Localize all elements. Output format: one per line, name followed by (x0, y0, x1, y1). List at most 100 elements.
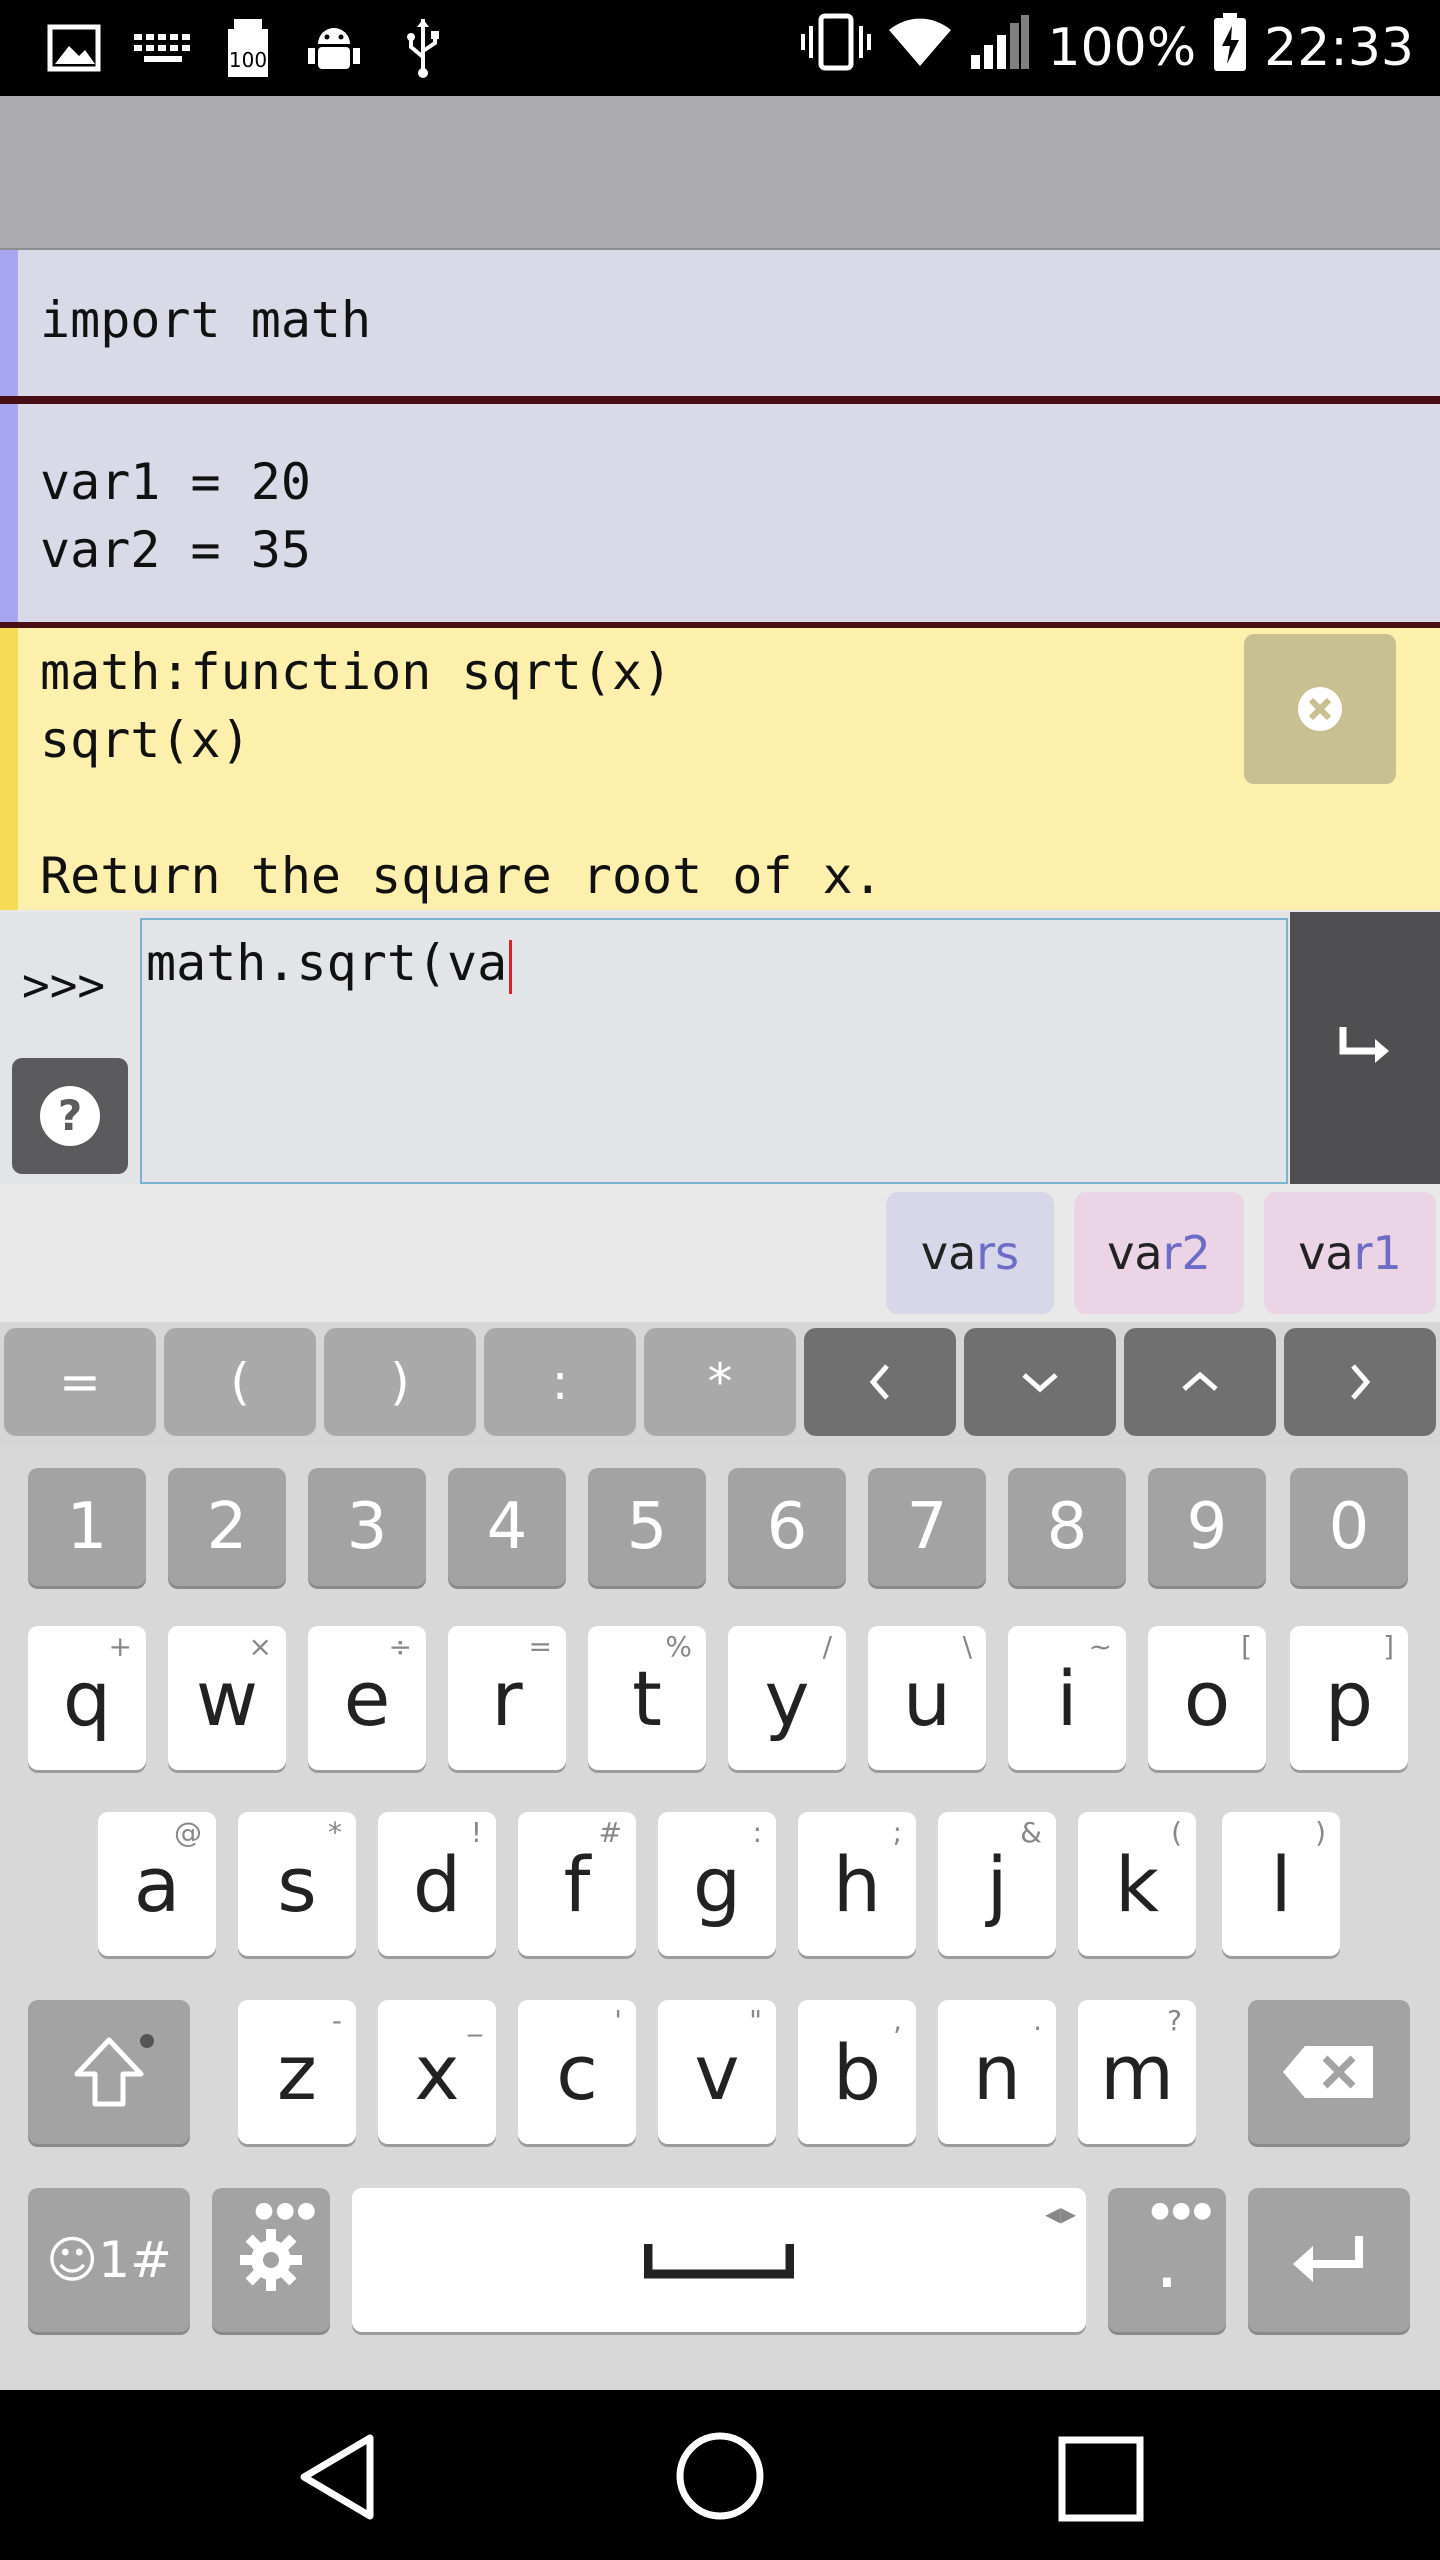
key-2[interactable]: 2 (168, 1468, 286, 1586)
cell-code-text: import math (40, 291, 372, 349)
cursor-right-key[interactable] (1284, 1328, 1436, 1436)
language-switch-icon: ◀▶ (1045, 2202, 1076, 2226)
key-close-paren[interactable]: ) (324, 1328, 476, 1436)
more-dots-icon: ●●● (1150, 2198, 1214, 2223)
more-dots-icon: ●●● (254, 2198, 318, 2223)
android-debug-icon (304, 18, 364, 78)
key-label: l (1270, 1839, 1292, 1929)
suggestion-var2[interactable]: va r2 (1074, 1192, 1244, 1314)
shift-key[interactable] (28, 2000, 190, 2144)
key-f[interactable]: f # (518, 1812, 636, 1956)
battery-charging-icon (1212, 12, 1248, 85)
cell-separator (0, 396, 1440, 404)
key-label: a (133, 1839, 181, 1929)
key-b[interactable]: b, (798, 2000, 916, 2144)
key-7[interactable]: 7 (868, 1468, 986, 1586)
cursor-left-key[interactable] (804, 1328, 956, 1436)
key-asterisk[interactable]: * (644, 1328, 796, 1436)
key-alt-label: ~ (1088, 1630, 1112, 1663)
key-label: g (692, 1839, 742, 1929)
key-u[interactable]: u \ (868, 1626, 986, 1770)
key-e[interactable]: e ÷ (308, 1626, 426, 1770)
key-4[interactable]: 4 (448, 1468, 566, 1586)
key-label: x (414, 2027, 460, 2117)
key-s[interactable]: s * (238, 1812, 356, 1956)
key-i[interactable]: i ~ (1008, 1626, 1126, 1770)
key-label: s (277, 1839, 317, 1929)
key-alt-label: # (598, 1816, 622, 1849)
code-cell[interactable]: var1 = 20 var2 = 35 (0, 404, 1440, 622)
key-h[interactable]: h; (798, 1812, 916, 1956)
key-r[interactable]: r = (448, 1626, 566, 1770)
key-5[interactable]: 5 (588, 1468, 706, 1586)
key-p[interactable]: p] (1290, 1626, 1408, 1770)
key-t[interactable]: t% (588, 1626, 706, 1770)
code-cell[interactable]: import math (0, 250, 1440, 396)
backspace-key[interactable] (1248, 2000, 1410, 2144)
suggestion-var1[interactable]: va r1 (1264, 1192, 1436, 1314)
back-icon[interactable] (296, 2432, 380, 2522)
key-alt-label: . (1033, 2004, 1042, 2037)
enter-arrow-icon (1339, 1027, 1389, 1063)
key-o[interactable]: o[ (1148, 1626, 1266, 1770)
key-equals[interactable]: = (4, 1328, 156, 1436)
wifi-icon (887, 16, 953, 81)
gear-icon (240, 2229, 302, 2291)
chevron-down-icon (1022, 1373, 1058, 1393)
key-k[interactable]: k( (1078, 1812, 1196, 1956)
key-6[interactable]: 6 (728, 1468, 846, 1586)
suggestion-typed: va (1298, 1226, 1354, 1280)
text-caret (509, 939, 513, 994)
execute-button[interactable] (1290, 912, 1440, 1184)
key-alt-label: _ (468, 2004, 482, 2037)
suggestion-vars[interactable]: va rs (886, 1192, 1054, 1314)
period-key[interactable]: . ●●● (1108, 2188, 1226, 2332)
key-n[interactable]: n. (938, 2000, 1056, 2144)
key-x[interactable]: x _ (378, 2000, 496, 2144)
key-alt-label: ] (1383, 1630, 1394, 1663)
key-8[interactable]: 8 (1008, 1468, 1126, 1586)
cursor-up-key[interactable] (1124, 1328, 1276, 1436)
space-key[interactable]: ◀▶ (352, 2188, 1086, 2332)
key-alt-label: ÷ (388, 1630, 412, 1663)
key-j[interactable]: j & (938, 1812, 1056, 1956)
key-0[interactable]: 0 (1290, 1468, 1408, 1586)
key-l[interactable]: l) (1222, 1812, 1340, 1956)
key-c[interactable]: c ' (518, 2000, 636, 2144)
image-icon (44, 18, 104, 78)
key-m[interactable]: m? (1078, 2000, 1196, 2144)
key-alt-label: ' (614, 2004, 622, 2037)
chevron-left-icon (869, 1364, 889, 1400)
key-9[interactable]: 9 (1148, 1468, 1266, 1586)
signal-icon (969, 13, 1031, 84)
cursor-down-key[interactable] (964, 1328, 1116, 1436)
key-d[interactable]: d! (378, 1812, 496, 1956)
home-icon[interactable] (674, 2430, 766, 2522)
enter-icon (1293, 2236, 1363, 2282)
settings-key[interactable]: ●●● (212, 2188, 330, 2332)
key-g[interactable]: g: (658, 1812, 776, 1956)
key-label: u (902, 1653, 952, 1743)
key-alt-label: @ (174, 1816, 202, 1849)
enter-key[interactable] (1248, 2188, 1410, 2332)
close-doc-button[interactable] (1244, 634, 1396, 784)
key-q[interactable]: q + (28, 1626, 146, 1770)
key-z[interactable]: z- (238, 2000, 356, 2144)
key-label: w (195, 1653, 259, 1743)
code-input[interactable]: math.sqrt(va (140, 918, 1288, 1184)
key-label: f (563, 1839, 591, 1929)
key-v[interactable]: v " (658, 2000, 776, 2144)
key-colon[interactable]: : (484, 1328, 636, 1436)
symbols-key[interactable]: ☺1# (28, 2188, 190, 2332)
key-label: m (1099, 2027, 1175, 2117)
key-alt-label: ? (1167, 2004, 1182, 2037)
key-y[interactable]: y / (728, 1626, 846, 1770)
key-label: i (1056, 1653, 1078, 1743)
help-button[interactable]: ? (12, 1058, 128, 1174)
key-3[interactable]: 3 (308, 1468, 426, 1586)
key-a[interactable]: a @ (98, 1812, 216, 1956)
key-open-paren[interactable]: ( (164, 1328, 316, 1436)
key-w[interactable]: w × (168, 1626, 286, 1770)
recents-icon[interactable] (1058, 2436, 1144, 2522)
key-1[interactable]: 1 (28, 1468, 146, 1586)
